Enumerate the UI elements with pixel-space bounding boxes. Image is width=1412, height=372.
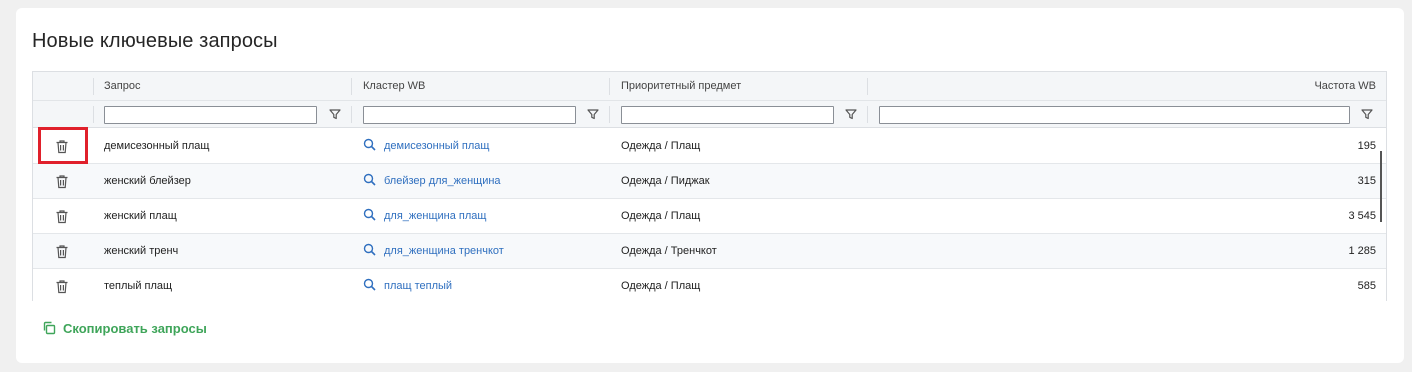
header-separator — [351, 78, 352, 95]
query-cell: демисезонный плащ — [104, 140, 210, 152]
table-row: демисезонный плащ демисезонный плащ Одеж… — [33, 129, 1386, 164]
cluster-label: для_женщина плащ — [384, 210, 487, 222]
subject-cell: Одежда / Плащ — [621, 210, 701, 222]
new-keywords-card: Новые ключевые запросы Запрос Кластер WB… — [16, 8, 1404, 363]
filter-input-query[interactable] — [104, 106, 317, 124]
cluster-link[interactable]: демисезонный плащ — [363, 129, 489, 163]
query-cell: теплый плащ — [104, 280, 173, 292]
frequency-cell: 195 — [1357, 140, 1376, 152]
trash-icon[interactable] — [55, 244, 69, 259]
cluster-link[interactable]: блейзер для_женщина — [363, 164, 501, 198]
filter-icon[interactable] — [328, 107, 342, 121]
search-icon — [363, 243, 376, 256]
filter-input-cluster[interactable] — [363, 106, 576, 124]
filter-separator — [609, 106, 610, 123]
header-separator — [93, 78, 94, 95]
column-header-query[interactable]: Запрос — [104, 72, 140, 101]
filter-separator — [867, 106, 868, 123]
query-cell: женский плащ — [104, 210, 177, 222]
frequency-cell: 315 — [1357, 175, 1376, 187]
column-header-frequency[interactable]: Частота WB — [879, 72, 1376, 101]
cluster-label: плащ теплый — [384, 280, 453, 292]
keywords-table: Запрос Кластер WB Приоритетный предмет Ч… — [32, 71, 1387, 302]
copy-queries-label: Скопировать запросы — [63, 320, 207, 336]
cluster-link[interactable]: плащ теплый — [363, 269, 452, 303]
cluster-label: демисезонный плащ — [384, 140, 490, 152]
table-row: женский блейзер блейзер для_женщина Одеж… — [33, 164, 1386, 199]
filter-icon[interactable] — [1360, 107, 1374, 121]
copy-icon — [43, 321, 56, 335]
frequency-cell: 3 545 — [1348, 210, 1376, 222]
trash-icon[interactable] — [55, 279, 69, 294]
filter-input-subject[interactable] — [621, 106, 834, 124]
filter-separator — [93, 106, 94, 123]
frequency-cell: 585 — [1357, 280, 1376, 292]
table-row: теплый плащ плащ теплый Одежда / Плащ 58… — [33, 269, 1386, 302]
filter-separator — [351, 106, 352, 123]
table-header: Запрос Кластер WB Приоритетный предмет Ч… — [33, 72, 1386, 101]
query-cell: женский блейзер — [104, 175, 191, 187]
search-icon — [363, 173, 376, 186]
highlight-box — [38, 127, 88, 164]
cluster-label: для_женщина тренчкот — [384, 245, 504, 257]
trash-icon[interactable] — [55, 174, 69, 189]
table-row: женский тренч для_женщина тренчкот Одежд… — [33, 234, 1386, 269]
search-icon — [363, 278, 376, 291]
header-separator — [609, 78, 610, 95]
subject-cell: Одежда / Плащ — [621, 280, 701, 292]
filter-row — [33, 101, 1386, 128]
frequency-cell: 1 285 — [1348, 245, 1376, 257]
vertical-scrollbar[interactable] — [1380, 151, 1382, 222]
subject-cell: Одежда / Пиджак — [621, 175, 710, 187]
table-row: женский плащ для_женщина плащ Одежда / П… — [33, 199, 1386, 234]
cluster-link[interactable]: для_женщина тренчкот — [363, 234, 504, 268]
trash-icon[interactable] — [55, 209, 69, 224]
filter-input-frequency[interactable] — [879, 106, 1350, 124]
filter-icon[interactable] — [844, 107, 858, 121]
search-icon — [363, 138, 376, 151]
copy-queries-button[interactable]: Скопировать запросы — [42, 319, 207, 337]
cluster-link[interactable]: для_женщина плащ — [363, 199, 486, 233]
subject-cell: Одежда / Плащ — [621, 140, 701, 152]
column-header-cluster[interactable]: Кластер WB — [363, 72, 425, 101]
subject-cell: Одежда / Тренчкот — [621, 245, 717, 257]
query-cell: женский тренч — [104, 245, 179, 257]
column-header-subject[interactable]: Приоритетный предмет — [621, 72, 741, 101]
filter-icon[interactable] — [586, 107, 600, 121]
header-separator — [867, 78, 868, 95]
cluster-label: блейзер для_женщина — [384, 175, 501, 187]
search-icon — [363, 208, 376, 221]
card-title: Новые ключевые запросы — [32, 30, 278, 52]
